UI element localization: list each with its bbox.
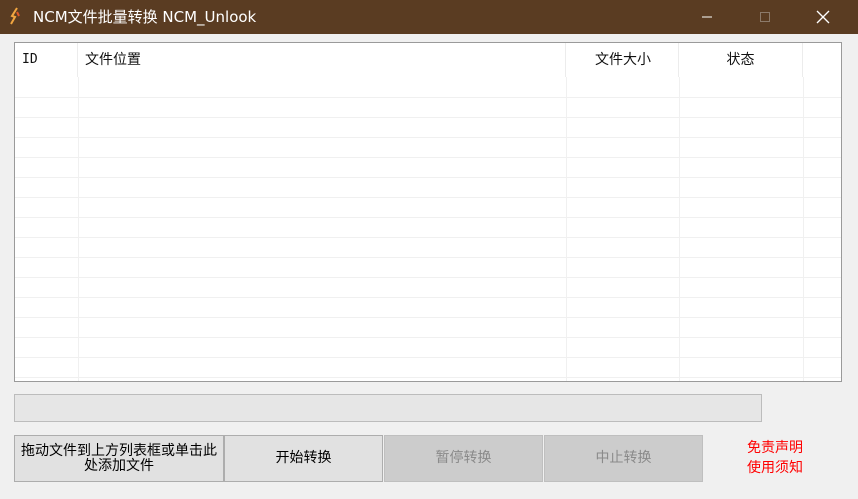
row-gridline	[15, 117, 841, 118]
row-gridline	[15, 297, 841, 298]
row-gridline	[15, 97, 841, 98]
row-gridline	[15, 257, 841, 258]
column-header-filler	[803, 43, 841, 77]
minimize-button[interactable]	[684, 0, 730, 34]
disclaimer-link[interactable]: 免责声明	[720, 438, 830, 458]
row-gridline	[15, 177, 841, 178]
maximize-icon	[760, 12, 770, 22]
close-icon	[816, 10, 830, 24]
title-bar[interactable]: NCM文件批量转换 NCM_Unlook	[0, 0, 858, 34]
row-gridline	[15, 337, 841, 338]
pause-conversion-label: 暂停转换	[435, 450, 492, 466]
close-button[interactable]	[800, 0, 846, 34]
column-divider	[78, 77, 79, 381]
row-gridline	[15, 197, 841, 198]
column-divider	[803, 77, 804, 381]
conversion-progress-bar	[14, 394, 762, 422]
row-gridline	[15, 237, 841, 238]
stop-conversion-button[interactable]: 中止转换	[544, 435, 703, 482]
row-gridline	[15, 317, 841, 318]
column-header-location[interactable]: 文件位置	[78, 43, 566, 77]
start-conversion-label: 开始转换	[275, 450, 332, 466]
minimize-icon	[702, 16, 712, 18]
column-header-status[interactable]: 状态	[679, 43, 803, 77]
usage-notice-link[interactable]: 使用须知	[720, 458, 830, 478]
row-gridline	[15, 357, 841, 358]
maximize-button[interactable]	[742, 0, 788, 34]
column-divider	[566, 77, 567, 381]
stop-conversion-label: 中止转换	[595, 450, 652, 466]
row-gridline	[15, 277, 841, 278]
row-gridline	[15, 157, 841, 158]
file-list[interactable]: ID 文件位置 文件大小 状态	[14, 42, 842, 382]
column-header-id[interactable]: ID	[15, 43, 78, 77]
info-links: 免责声明 使用须知	[720, 438, 830, 478]
file-list-rows	[15, 77, 841, 381]
file-list-header: ID 文件位置 文件大小 状态	[15, 43, 841, 77]
row-gridline	[15, 217, 841, 218]
start-conversion-button[interactable]: 开始转换	[224, 435, 383, 482]
row-gridline	[15, 377, 841, 378]
add-files-label: 拖动文件到上方列表框或单击此处添加文件	[21, 442, 217, 474]
ncm-app-icon	[10, 7, 20, 25]
row-gridline	[15, 137, 841, 138]
pause-conversion-button[interactable]: 暂停转换	[384, 435, 543, 482]
column-header-size[interactable]: 文件大小	[566, 43, 679, 77]
add-files-button[interactable]: 拖动文件到上方列表框或单击此处添加文件	[14, 435, 224, 482]
column-divider	[679, 77, 680, 381]
window-title: NCM文件批量转换 NCM_Unlook	[33, 8, 257, 26]
background-window-edge	[0, 486, 858, 499]
